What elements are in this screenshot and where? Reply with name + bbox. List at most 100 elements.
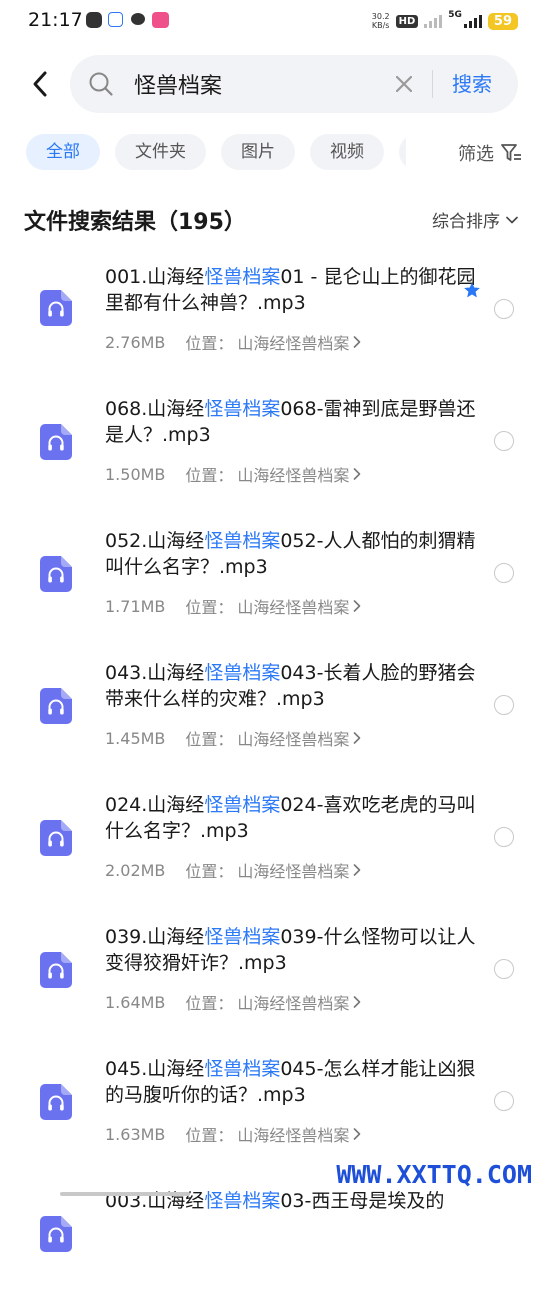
back-button[interactable]: [24, 66, 56, 102]
search-button[interactable]: 搜索: [452, 69, 492, 99]
file-location-prefix: 位置：: [185, 598, 234, 617]
battery-indicator: 59: [487, 12, 518, 30]
filter-label: 筛选: [458, 144, 494, 165]
file-name-highlight: 怪兽档案: [204, 398, 281, 420]
file-meta: 2.02MB 位置： 山海经怪兽档案: [105, 858, 361, 882]
file-location-prefix: 位置：: [185, 730, 234, 749]
file-name-prefix: 024.山海经: [105, 794, 205, 816]
file-location-link[interactable]: 位置： 山海经怪兽档案: [185, 726, 361, 750]
file-location-path: 山海经怪兽档案: [237, 862, 350, 881]
chevron-right-icon: [354, 996, 361, 1008]
file-name: 052.山海经怪兽档案052-人人都怕的刺猬精叫什么名字？.mp3: [105, 528, 485, 580]
status-bar: 21:17 30.2 KB/s HD 5G 59: [0, 0, 540, 44]
file-name: 043.山海经怪兽档案043-长着人脸的野猪会带来什么样的灾难？.mp3: [105, 660, 485, 712]
file-list-item[interactable]: 003.山海经怪兽档案03-西王母是埃及的: [0, 1178, 540, 1310]
file-name-highlight: 怪兽档案: [204, 926, 281, 948]
audio-file-icon: [40, 1216, 72, 1252]
star-icon: [464, 282, 480, 298]
close-icon[interactable]: [392, 72, 416, 96]
chevron-right-icon: [354, 732, 361, 744]
search-bar: 搜索: [70, 55, 518, 113]
file-location-path: 山海经怪兽档案: [237, 1126, 350, 1145]
search-divider: [432, 70, 433, 98]
file-location-link[interactable]: 位置： 山海经怪兽档案: [185, 858, 361, 882]
file-list: 001.山海经怪兽档案01 - 昆仑山上的御花园里都有什么神兽？.mp3 2.76…: [0, 254, 540, 1310]
audio-file-icon: [40, 952, 72, 988]
file-name-prefix: 045.山海经: [105, 1058, 205, 1080]
net-speed: 30.2 KB/s: [372, 12, 390, 30]
file-size: 1.64MB: [105, 992, 166, 1012]
file-location-link[interactable]: 位置： 山海经怪兽档案: [185, 594, 361, 618]
file-size: 1.63MB: [105, 1124, 166, 1144]
select-checkbox[interactable]: [494, 431, 514, 451]
file-name-highlight: 怪兽档案: [204, 662, 281, 684]
chip-all[interactable]: 全部: [26, 134, 100, 170]
file-name: 039.山海经怪兽档案039-什么怪物可以让人变得狡猾奸诈？.mp3: [105, 924, 485, 976]
file-name: 045.山海经怪兽档案045-怎么样才能让凶狠的马腹听你的话？.mp3: [105, 1056, 485, 1108]
status-indicators: 30.2 KB/s HD 5G 59: [372, 10, 518, 32]
file-meta: 1.71MB 位置： 山海经怪兽档案: [105, 594, 361, 618]
file-location-prefix: 位置：: [185, 994, 234, 1013]
file-location-prefix: 位置：: [185, 862, 234, 881]
search-icon: [89, 72, 113, 96]
file-name-prefix: 052.山海经: [105, 530, 205, 552]
network-type: 5G: [448, 10, 462, 20]
file-location-path: 山海经怪兽档案: [237, 598, 350, 617]
file-list-item[interactable]: 052.山海经怪兽档案052-人人都怕的刺猬精叫什么名字？.mp3 1.71MB 位…: [0, 518, 540, 650]
file-size: 2.02MB: [105, 860, 166, 880]
file-list-item[interactable]: 045.山海经怪兽档案045-怎么样才能让凶狠的马腹听你的话？.mp3 1.63M…: [0, 1046, 540, 1178]
chevron-right-icon: [354, 600, 361, 612]
file-location-link[interactable]: 位置： 山海经怪兽档案: [185, 330, 361, 354]
chevron-right-icon: [354, 468, 361, 480]
chip-image[interactable]: 图片: [221, 134, 295, 170]
file-location-prefix: 位置：: [185, 334, 234, 353]
file-name: 024.山海经怪兽档案024-喜欢吃老虎的马叫什么名字？.mp3: [105, 792, 485, 844]
calendar-notification-icon: [108, 12, 123, 27]
audio-file-icon: [40, 424, 72, 460]
select-checkbox[interactable]: [494, 563, 514, 583]
sort-label: 综合排序: [432, 212, 500, 232]
file-meta: 1.64MB 位置： 山海经怪兽档案: [105, 990, 361, 1014]
sort-dropdown[interactable]: 综合排序: [432, 207, 518, 232]
audio-file-icon: [40, 820, 72, 856]
search-input[interactable]: [134, 69, 374, 99]
file-list-item[interactable]: 039.山海经怪兽档案039-什么怪物可以让人变得狡猾奸诈？.mp3 1.64MB…: [0, 914, 540, 1046]
file-list-item[interactable]: 043.山海经怪兽档案043-长着人脸的野猪会带来什么样的灾难？.mp3 1.45…: [0, 650, 540, 782]
app-badge-icon: [152, 12, 169, 28]
file-size: 1.45MB: [105, 728, 166, 748]
file-size: 1.71MB: [105, 596, 166, 616]
chip-video[interactable]: 视频: [310, 134, 384, 170]
filter-button[interactable]: 筛选: [448, 134, 522, 172]
file-location-link[interactable]: 位置： 山海经怪兽档案: [185, 990, 361, 1014]
file-location-path: 山海经怪兽档案: [237, 994, 350, 1013]
file-location-link[interactable]: 位置： 山海经怪兽档案: [185, 462, 361, 486]
select-checkbox[interactable]: [494, 299, 514, 319]
chip-folder[interactable]: 文件夹: [115, 134, 206, 170]
audio-file-icon: [40, 556, 72, 592]
chip-audio[interactable]: 音: [399, 134, 406, 170]
file-location-link[interactable]: 位置： 山海经怪兽档案: [185, 1122, 361, 1146]
file-name-prefix: 001.山海经: [105, 266, 205, 288]
net-speed-unit: KB/s: [371, 21, 390, 30]
chevron-right-icon: [354, 864, 361, 876]
file-size: 2.76MB: [105, 332, 166, 352]
file-list-item[interactable]: 024.山海经怪兽档案024-喜欢吃老虎的马叫什么名字？.mp3 2.02MB 位置…: [0, 782, 540, 914]
select-checkbox[interactable]: [494, 959, 514, 979]
file-location-path: 山海经怪兽档案: [237, 466, 350, 485]
file-name-prefix: 039.山海经: [105, 926, 205, 948]
file-size: 1.50MB: [105, 464, 166, 484]
home-indicator: [60, 1192, 190, 1196]
chevron-down-icon: [506, 216, 518, 223]
select-checkbox[interactable]: [494, 827, 514, 847]
select-checkbox[interactable]: [494, 1091, 514, 1111]
file-name-highlight: 怪兽档案: [204, 794, 281, 816]
hd-badge: HD: [395, 14, 419, 28]
signal-icon-sim2: [463, 14, 482, 28]
wechat-notification-icon: [131, 13, 145, 25]
file-list-item[interactable]: 001.山海经怪兽档案01 - 昆仑山上的御花园里都有什么神兽？.mp3 2.76…: [0, 254, 540, 386]
select-checkbox[interactable]: [494, 695, 514, 715]
file-name-highlight: 怪兽档案: [204, 530, 281, 552]
file-list-item[interactable]: 068.山海经怪兽档案068-雷神到底是野兽还是人？.mp3 1.50MB 位置：山…: [0, 386, 540, 518]
file-name-highlight: 怪兽档案: [204, 266, 281, 288]
file-name: 001.山海经怪兽档案01 - 昆仑山上的御花园里都有什么神兽？.mp3: [105, 264, 485, 316]
